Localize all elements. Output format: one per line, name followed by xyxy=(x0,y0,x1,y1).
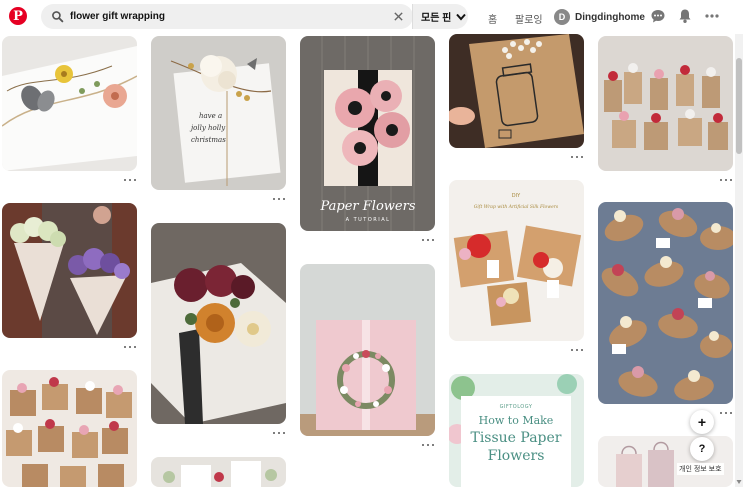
user-profile-link[interactable]: D Dingdinghome xyxy=(554,7,645,27)
page-scrollbar[interactable] xyxy=(735,0,743,487)
pin-overlay-title: Gift Wrap with Artificial Silk Flowers xyxy=(474,204,559,210)
pin-small-boxes[interactable] xyxy=(2,370,137,487)
pin-more-icon[interactable] xyxy=(422,443,434,447)
pin-flower-cones[interactable] xyxy=(2,203,137,338)
pin-image xyxy=(2,203,137,338)
pin-grid: have a jolly holly christmas Paper Flowe… xyxy=(0,34,735,487)
pin-image xyxy=(598,36,733,171)
pin-overlay-subtitle: A TUTORIAL xyxy=(346,217,391,223)
scrollbar-thumb[interactable] xyxy=(736,58,742,154)
pin-more-icon[interactable] xyxy=(571,155,583,159)
pin-image: Paper Flowers A TUTORIAL xyxy=(300,36,435,231)
svg-text:jolly holly: jolly holly xyxy=(189,124,226,132)
scroll-down-arrow-icon[interactable] xyxy=(736,479,742,485)
pin-more-icon[interactable] xyxy=(124,178,136,182)
pin-image xyxy=(449,34,584,148)
pin-silk-flowers[interactable]: DIY Gift Wrap with Artificial Silk Flowe… xyxy=(449,180,584,341)
add-pin-button[interactable]: + xyxy=(690,410,714,434)
pin-overlay-label: DIY xyxy=(512,193,521,199)
pin-image xyxy=(300,264,435,436)
more-options-icon[interactable] xyxy=(704,8,720,24)
pin-image xyxy=(2,36,137,171)
pin-mason-jar-kraft[interactable] xyxy=(449,34,584,148)
chevron-down-icon xyxy=(456,13,467,21)
filter-label: 모든 핀 xyxy=(421,13,452,24)
nav-home-link[interactable]: 홈 xyxy=(488,11,497,26)
pin-overlay-title-line3: Flowers xyxy=(488,448,545,464)
pin-tissue-paper[interactable]: GIFTOLOGY How to Make Tissue Paper Flowe… xyxy=(449,374,584,487)
pin-more-icon[interactable] xyxy=(720,178,732,182)
chat-icon[interactable] xyxy=(650,8,666,24)
avatar: D xyxy=(554,9,570,25)
pin-more-icon[interactable] xyxy=(273,431,285,435)
pin-more-icon[interactable] xyxy=(124,345,136,349)
svg-text:have a: have a xyxy=(199,112,222,120)
pin-image: have a jolly holly christmas xyxy=(151,36,286,190)
search-input[interactable] xyxy=(70,8,390,25)
nav-following-link[interactable]: 팔로잉 xyxy=(515,11,543,26)
help-button[interactable]: ? xyxy=(690,437,714,461)
privacy-link[interactable]: 개인 정보 보호 xyxy=(677,463,724,475)
pin-tags-bottom[interactable] xyxy=(151,457,286,487)
search-filter-dropdown[interactable]: 모든 핀 xyxy=(412,4,468,29)
pin-image: DIY Gift Wrap with Artificial Silk Flowe… xyxy=(449,180,584,341)
pin-image xyxy=(2,370,137,487)
pin-more-icon[interactable] xyxy=(571,348,583,352)
search-bar[interactable] xyxy=(41,4,413,29)
username: Dingdinghome xyxy=(575,11,645,23)
clear-search-icon[interactable] xyxy=(393,11,404,22)
top-nav-bar: P 모든 핀 홈 팔로잉 D Dingdinghome xyxy=(0,0,743,34)
pin-white-rose-wrap[interactable]: have a jolly holly christmas xyxy=(151,36,286,190)
pin-butterfly-wrap[interactable] xyxy=(2,36,137,171)
bell-icon[interactable] xyxy=(677,8,693,24)
pin-more-icon[interactable] xyxy=(273,197,285,201)
pin-paper-flowers[interactable]: Paper Flowers A TUTORIAL xyxy=(300,36,435,231)
logo-letter: P xyxy=(13,9,23,24)
pin-image xyxy=(598,202,733,404)
pin-brand: GIFTOLOGY xyxy=(500,404,533,410)
pinterest-logo[interactable]: P xyxy=(9,7,27,25)
pin-overlay-title-line1: How to Make xyxy=(479,414,554,427)
pin-more-icon[interactable] xyxy=(720,411,732,415)
svg-text:christmas: christmas xyxy=(191,136,226,144)
pin-image xyxy=(151,457,286,487)
pin-image: GIFTOLOGY How to Make Tissue Paper Flowe… xyxy=(449,374,584,487)
pin-overlay-title: Paper Flowers xyxy=(320,199,416,214)
pin-overlay-title-line2: Tissue Paper xyxy=(470,430,561,446)
search-icon xyxy=(52,11,64,23)
pin-pink-wreath-box[interactable] xyxy=(300,264,435,436)
pin-image xyxy=(151,223,286,424)
pin-mini-boxes[interactable] xyxy=(598,36,733,171)
pin-pillow-boxes[interactable] xyxy=(598,202,733,404)
pin-more-icon[interactable] xyxy=(422,238,434,242)
pin-rose-white-box[interactable] xyxy=(151,223,286,424)
